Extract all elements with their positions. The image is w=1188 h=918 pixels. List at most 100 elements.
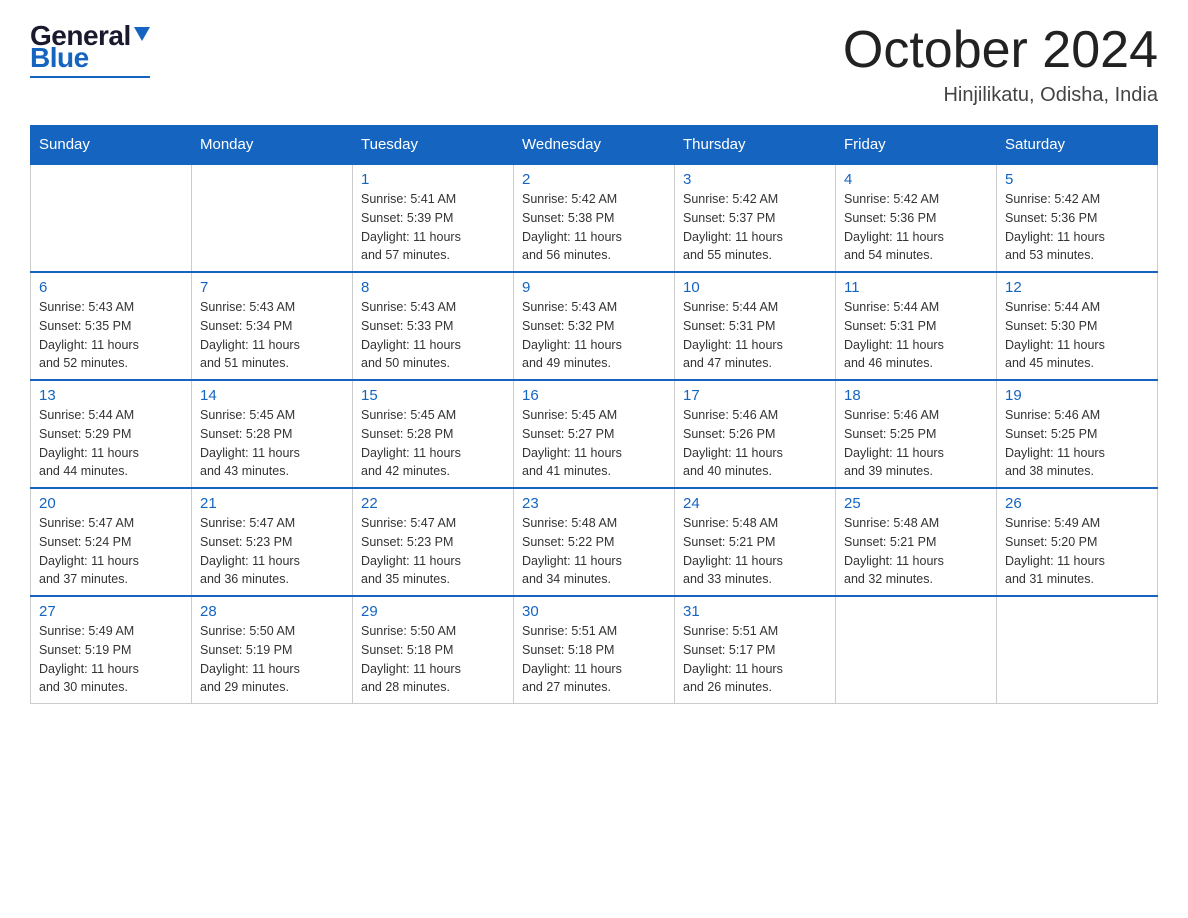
day-info: Sunrise: 5:46 AM Sunset: 5:25 PM Dayligh… (1005, 406, 1149, 481)
calendar-cell: 20 Sunrise: 5:47 AM Sunset: 5:24 PM Dayli… (31, 488, 192, 596)
calendar-cell: 31Sunrise: 5:51 AM Sunset: 5:17 PM Dayli… (675, 596, 836, 704)
day-info: Sunrise: 5:44 AM Sunset: 5:30 PM Dayligh… (1005, 298, 1149, 373)
calendar-cell: 22 Sunrise: 5:47 AM Sunset: 5:23 PM Dayli… (353, 488, 514, 596)
day-info: Sunrise: 5:44 AM Sunset: 5:29 PM Dayligh… (39, 406, 183, 481)
day-info: Sunrise: 5:49 AM Sunset: 5:20 PM Dayligh… (1005, 514, 1149, 589)
calendar-table: SundayMondayTuesdayWednesdayThursdayFrid… (30, 125, 1158, 704)
day-number: 29 (361, 603, 505, 620)
calendar-cell: 11 Sunrise: 5:44 AM Sunset: 5:31 PM Dayli… (836, 272, 997, 380)
title-block: October 2024 Hinjilikatu, Odisha, India (843, 20, 1158, 107)
day-of-week-header: Thursday (675, 126, 836, 165)
calendar-cell: 12 Sunrise: 5:44 AM Sunset: 5:30 PM Dayli… (997, 272, 1158, 380)
calendar-cell (997, 596, 1158, 704)
logo-underline (30, 76, 150, 78)
day-number: 22 (361, 495, 505, 512)
day-number: 2 (522, 171, 666, 188)
day-number: 4 (844, 171, 988, 188)
day-info: Sunrise: 5:45 AM Sunset: 5:28 PM Dayligh… (200, 406, 344, 481)
calendar-cell: 23 Sunrise: 5:48 AM Sunset: 5:22 PM Dayli… (514, 488, 675, 596)
calendar-cell: 15 Sunrise: 5:45 AM Sunset: 5:28 PM Dayli… (353, 380, 514, 488)
day-info: Sunrise: 5:44 AM Sunset: 5:31 PM Dayligh… (844, 298, 988, 373)
calendar-cell: 14 Sunrise: 5:45 AM Sunset: 5:28 PM Dayli… (192, 380, 353, 488)
day-info: Sunrise: 5:43 AM Sunset: 5:35 PM Dayligh… (39, 298, 183, 373)
day-info: Sunrise: 5:46 AM Sunset: 5:26 PM Dayligh… (683, 406, 827, 481)
day-info: Sunrise: 5:47 AM Sunset: 5:24 PM Dayligh… (39, 514, 183, 589)
calendar-cell (192, 164, 353, 272)
day-number: 19 (1005, 387, 1149, 404)
day-number: 8 (361, 279, 505, 296)
day-number: 24 (683, 495, 827, 512)
day-of-week-header: Tuesday (353, 126, 514, 165)
day-number: 15 (361, 387, 505, 404)
day-of-week-header: Saturday (997, 126, 1158, 165)
calendar-cell: 29 Sunrise: 5:50 AM Sunset: 5:18 PM Dayli… (353, 596, 514, 704)
day-number: 21 (200, 495, 344, 512)
day-of-week-header: Sunday (31, 126, 192, 165)
day-info: Sunrise: 5:46 AM Sunset: 5:25 PM Dayligh… (844, 406, 988, 481)
page-header: General Blue October 2024 Hinjilikatu, O… (30, 20, 1158, 107)
calendar-cell: 3 Sunrise: 5:42 AM Sunset: 5:37 PM Daylig… (675, 164, 836, 272)
day-of-week-header: Friday (836, 126, 997, 165)
calendar-cell: 4 Sunrise: 5:42 AM Sunset: 5:36 PM Daylig… (836, 164, 997, 272)
day-info: Sunrise: 5:50 AM Sunset: 5:19 PM Dayligh… (200, 622, 344, 697)
day-number: 3 (683, 171, 827, 188)
location-text: Hinjilikatu, Odisha, India (843, 84, 1158, 107)
day-number: 16 (522, 387, 666, 404)
day-info: Sunrise: 5:45 AM Sunset: 5:27 PM Dayligh… (522, 406, 666, 481)
day-info: Sunrise: 5:45 AM Sunset: 5:28 PM Dayligh… (361, 406, 505, 481)
calendar-cell: 16 Sunrise: 5:45 AM Sunset: 5:27 PM Dayli… (514, 380, 675, 488)
calendar-cell: 25 Sunrise: 5:48 AM Sunset: 5:21 PM Dayli… (836, 488, 997, 596)
day-number: 14 (200, 387, 344, 404)
day-info: Sunrise: 5:47 AM Sunset: 5:23 PM Dayligh… (200, 514, 344, 589)
day-number: 7 (200, 279, 344, 296)
calendar-cell: 24Sunrise: 5:48 AM Sunset: 5:21 PM Dayli… (675, 488, 836, 596)
day-info: Sunrise: 5:44 AM Sunset: 5:31 PM Dayligh… (683, 298, 827, 373)
day-info: Sunrise: 5:48 AM Sunset: 5:21 PM Dayligh… (844, 514, 988, 589)
day-number: 18 (844, 387, 988, 404)
day-info: Sunrise: 5:42 AM Sunset: 5:36 PM Dayligh… (844, 190, 988, 265)
calendar-cell: 7Sunrise: 5:43 AM Sunset: 5:34 PM Daylig… (192, 272, 353, 380)
calendar-cell: 8Sunrise: 5:43 AM Sunset: 5:33 PM Daylig… (353, 272, 514, 380)
day-number: 23 (522, 495, 666, 512)
calendar-cell: 13Sunrise: 5:44 AM Sunset: 5:29 PM Dayli… (31, 380, 192, 488)
day-info: Sunrise: 5:42 AM Sunset: 5:36 PM Dayligh… (1005, 190, 1149, 265)
calendar-header-row: SundayMondayTuesdayWednesdayThursdayFrid… (31, 126, 1158, 165)
calendar-cell: 26 Sunrise: 5:49 AM Sunset: 5:20 PM Dayli… (997, 488, 1158, 596)
day-number: 5 (1005, 171, 1149, 188)
day-number: 9 (522, 279, 666, 296)
day-number: 17 (683, 387, 827, 404)
calendar-cell: 21 Sunrise: 5:47 AM Sunset: 5:23 PM Dayli… (192, 488, 353, 596)
logo: General Blue (30, 20, 150, 78)
day-number: 20 (39, 495, 183, 512)
day-number: 26 (1005, 495, 1149, 512)
calendar-cell: 19 Sunrise: 5:46 AM Sunset: 5:25 PM Dayli… (997, 380, 1158, 488)
day-info: Sunrise: 5:48 AM Sunset: 5:22 PM Dayligh… (522, 514, 666, 589)
calendar-cell: 6 Sunrise: 5:43 AM Sunset: 5:35 PM Daylig… (31, 272, 192, 380)
day-info: Sunrise: 5:50 AM Sunset: 5:18 PM Dayligh… (361, 622, 505, 697)
logo-triangle-icon (134, 27, 150, 41)
calendar-week-row: 27Sunrise: 5:49 AM Sunset: 5:19 PM Dayli… (31, 596, 1158, 704)
calendar-cell: 9Sunrise: 5:43 AM Sunset: 5:32 PM Daylig… (514, 272, 675, 380)
calendar-cell: 18 Sunrise: 5:46 AM Sunset: 5:25 PM Dayli… (836, 380, 997, 488)
day-number: 25 (844, 495, 988, 512)
calendar-cell: 1Sunrise: 5:41 AM Sunset: 5:39 PM Daylig… (353, 164, 514, 272)
calendar-week-row: 13Sunrise: 5:44 AM Sunset: 5:29 PM Dayli… (31, 380, 1158, 488)
day-number: 10 (683, 279, 827, 296)
day-number: 12 (1005, 279, 1149, 296)
day-info: Sunrise: 5:49 AM Sunset: 5:19 PM Dayligh… (39, 622, 183, 697)
day-number: 6 (39, 279, 183, 296)
calendar-cell: 10 Sunrise: 5:44 AM Sunset: 5:31 PM Dayli… (675, 272, 836, 380)
day-number: 28 (200, 603, 344, 620)
day-info: Sunrise: 5:42 AM Sunset: 5:38 PM Dayligh… (522, 190, 666, 265)
day-number: 11 (844, 279, 988, 296)
day-info: Sunrise: 5:47 AM Sunset: 5:23 PM Dayligh… (361, 514, 505, 589)
day-info: Sunrise: 5:41 AM Sunset: 5:39 PM Dayligh… (361, 190, 505, 265)
calendar-week-row: 1Sunrise: 5:41 AM Sunset: 5:39 PM Daylig… (31, 164, 1158, 272)
logo-blue-text: Blue (30, 42, 89, 74)
calendar-week-row: 20 Sunrise: 5:47 AM Sunset: 5:24 PM Dayli… (31, 488, 1158, 596)
calendar-cell: 27Sunrise: 5:49 AM Sunset: 5:19 PM Dayli… (31, 596, 192, 704)
calendar-cell: 5 Sunrise: 5:42 AM Sunset: 5:36 PM Daylig… (997, 164, 1158, 272)
month-title: October 2024 (843, 20, 1158, 80)
day-number: 30 (522, 603, 666, 620)
day-info: Sunrise: 5:42 AM Sunset: 5:37 PM Dayligh… (683, 190, 827, 265)
